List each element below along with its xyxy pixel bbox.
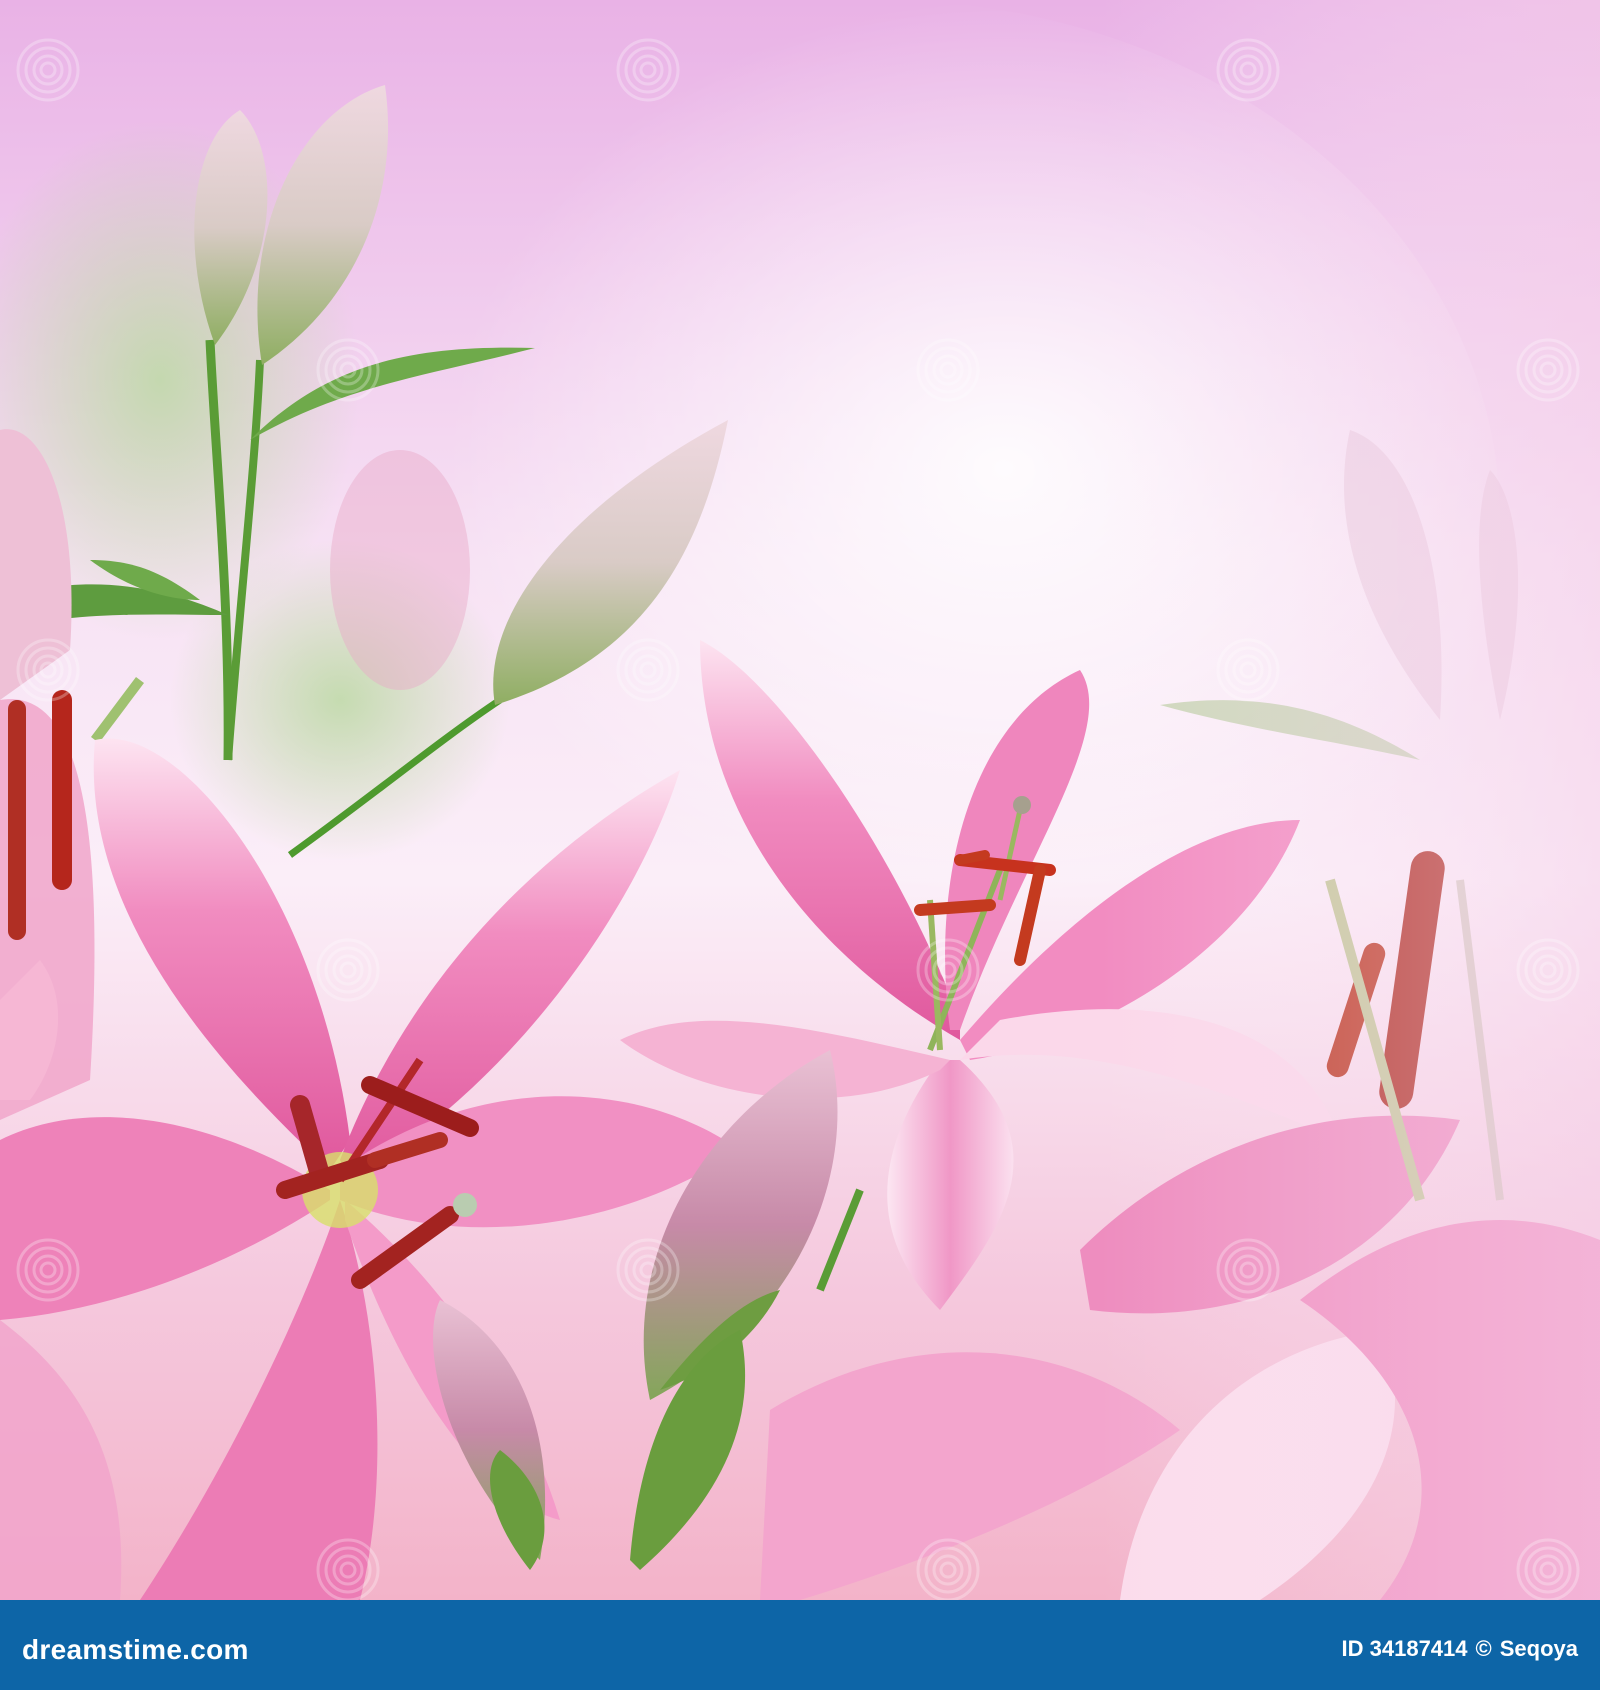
footer-bar: dreamstime.com ID 34187414 © Seqoya bbox=[0, 1600, 1600, 1690]
blurred-bud bbox=[330, 450, 470, 690]
right-haze bbox=[1100, 0, 1600, 1600]
image-credit: ID 34187414 © Seqoya bbox=[1342, 1636, 1578, 1662]
photo bbox=[0, 0, 1600, 1600]
lily-photograph bbox=[0, 0, 1600, 1600]
author-name: Seqoya bbox=[1499, 1636, 1578, 1661]
image-id: ID 34187414 bbox=[1341, 1636, 1468, 1661]
copyright-symbol: © bbox=[1475, 1636, 1492, 1661]
site-name[interactable]: dreamstime.com bbox=[22, 1634, 249, 1666]
